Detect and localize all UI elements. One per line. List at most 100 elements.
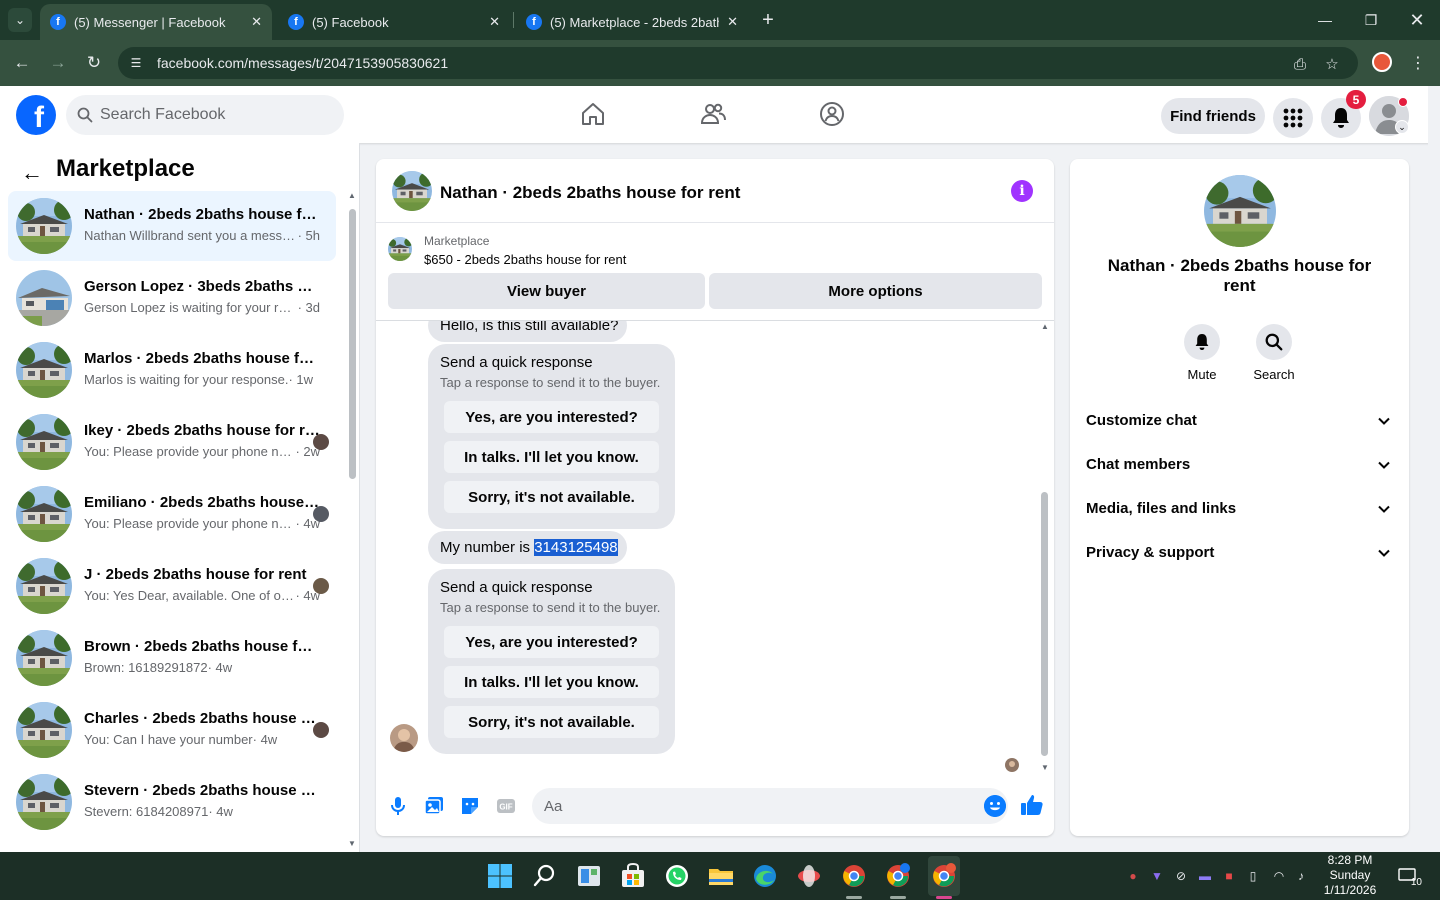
file-explorer-icon[interactable] [707, 862, 735, 890]
address-bar[interactable]: ☰ facebook.com/messages/t/20471539058306… [118, 47, 1358, 79]
tray-app-icon[interactable]: ⊘ [1173, 868, 1189, 884]
scroll-down-arrow[interactable]: ▼ [348, 839, 356, 848]
site-settings-icon[interactable]: ☰ [128, 55, 144, 71]
more-options-button[interactable]: More options [709, 273, 1042, 309]
chat-list-item[interactable]: J · 2beds 2baths house for rent You: Yes … [8, 551, 336, 621]
store-icon[interactable] [619, 862, 647, 890]
chat-list-item[interactable]: Charles · 2beds 2baths house for rent You… [8, 695, 336, 765]
chat-list-item[interactable]: Brown · 2beds 2baths house for rent Brown… [8, 623, 336, 693]
customize-chat-row[interactable]: Customize chat [1070, 399, 1409, 443]
chat-list-item[interactable]: Emiliano · 2beds 2baths house for rent Yo… [8, 479, 336, 549]
photo-icon[interactable] [424, 796, 444, 816]
search-icon[interactable] [531, 862, 559, 890]
back-button[interactable]: ← [10, 51, 34, 75]
search-input[interactable] [100, 95, 336, 135]
gif-icon[interactable]: GIF [496, 796, 516, 816]
close-icon[interactable]: ✕ [727, 14, 738, 30]
reload-button[interactable]: ↻ [82, 51, 106, 75]
friends-icon[interactable] [699, 100, 727, 128]
chrome-profile-icon[interactable] [884, 862, 912, 890]
quick-response-button[interactable]: Yes, are you interested? [444, 401, 659, 433]
browser-menu-icon[interactable]: ⋮ [1408, 52, 1428, 74]
conversation-title[interactable]: Nathan · 2beds 2baths house for rent [440, 183, 740, 203]
bookmark-star-icon[interactable]: ☆ [1322, 54, 1342, 74]
notification-center-icon[interactable]: 10 [1398, 868, 1422, 888]
groups-icon[interactable] [818, 100, 846, 128]
scroll-down-arrow[interactable]: ▼ [1041, 763, 1049, 772]
mute-circle[interactable] [1184, 324, 1220, 360]
info-icon[interactable]: i [1011, 180, 1033, 202]
chat-list-item[interactable]: Ikey · 2beds 2baths house for rent You: P… [8, 407, 336, 477]
tray-app-icon[interactable]: ▼ [1149, 868, 1165, 884]
quick-response-button[interactable]: In talks. I'll let you know. [444, 666, 659, 698]
edge-icon[interactable] [751, 862, 779, 890]
system-clock[interactable]: 8:28 PM Sunday 1/11/2026 [1310, 853, 1390, 898]
chat-list-item[interactable]: Marlos · 2beds 2baths house for rent Marl… [8, 335, 336, 405]
microphone-icon[interactable] [388, 796, 408, 816]
volume-icon[interactable]: ♪ [1293, 868, 1309, 884]
windows-start-icon[interactable] [486, 862, 514, 890]
media-files-links-row[interactable]: Media, files and links [1070, 487, 1409, 531]
sender-avatar[interactable] [390, 724, 418, 752]
quick-response-button[interactable]: In talks. I'll let you know. [444, 441, 659, 473]
restore-button[interactable]: ❐ [1348, 0, 1394, 40]
tray-app-icon[interactable]: ▬ [1197, 868, 1213, 884]
page-scrollbar[interactable] [1428, 86, 1440, 852]
chevron-down-icon[interactable]: ⌄ [1395, 120, 1409, 134]
emoji-icon[interactable] [984, 795, 1006, 817]
find-friends-button[interactable]: Find friends [1161, 98, 1265, 134]
close-icon[interactable]: ✕ [251, 14, 262, 30]
message-input-container[interactable] [532, 788, 1008, 824]
info-avatar[interactable] [1204, 175, 1276, 247]
sticker-icon[interactable] [460, 796, 480, 816]
app-icon[interactable] [795, 862, 823, 890]
chat-list-item[interactable]: Stevern · 2beds 2baths house for rent Ste… [8, 767, 336, 837]
chat-list-item[interactable]: Gerson Lopez · 3beds 2baths house for re… [8, 263, 336, 333]
thumbs-up-icon[interactable] [1020, 793, 1044, 817]
tray-app-icon[interactable]: ■ [1221, 868, 1237, 884]
tab-marketplace[interactable]: f (5) Marketplace - 2beds 2baths house f… [516, 4, 748, 40]
search-conversation-button[interactable]: Search [1244, 324, 1304, 382]
chat-list-item[interactable]: Nathan · 2beds 2baths house for rent Nath… [8, 191, 336, 261]
quick-response-button[interactable]: Sorry, it's not available. [444, 481, 659, 513]
message-scrollbar[interactable]: ▲ ▼ [1039, 322, 1049, 774]
whatsapp-icon[interactable] [663, 862, 691, 890]
forward-button[interactable]: → [46, 51, 70, 75]
browser-profile-icon[interactable] [1372, 52, 1392, 72]
facebook-logo-icon[interactable]: f [16, 95, 56, 135]
close-window-button[interactable]: ✕ [1394, 0, 1440, 40]
menu-button[interactable] [1273, 98, 1313, 138]
home-icon[interactable] [579, 100, 607, 128]
back-arrow-icon[interactable]: ← [20, 160, 44, 185]
message-input[interactable] [544, 788, 964, 824]
tab-facebook[interactable]: f (5) Facebook ✕ [278, 4, 510, 40]
view-buyer-button[interactable]: View buyer [388, 273, 705, 309]
conversation-avatar[interactable] [392, 171, 432, 211]
chrome-active-icon[interactable] [930, 862, 958, 890]
tab-search-button[interactable]: ⌄ [8, 8, 32, 32]
new-tab-button[interactable]: + [756, 8, 780, 32]
widgets-icon[interactable] [575, 862, 603, 890]
quick-response-button[interactable]: Sorry, it's not available. [444, 706, 659, 738]
minimize-button[interactable]: — [1302, 0, 1348, 40]
facebook-search[interactable] [66, 95, 344, 135]
chat-list-scrollbar[interactable]: ▲ ▼ [346, 191, 358, 848]
scroll-up-arrow[interactable]: ▲ [348, 191, 356, 200]
close-icon[interactable]: ✕ [489, 14, 500, 30]
wifi-icon[interactable]: ◠ [1271, 868, 1287, 884]
privacy-support-row[interactable]: Privacy & support [1070, 531, 1409, 575]
scroll-up-arrow[interactable]: ▲ [1041, 322, 1049, 331]
tab-messenger[interactable]: f (5) Messenger | Facebook ✕ [40, 4, 272, 40]
search-circle[interactable] [1256, 324, 1292, 360]
url-text[interactable]: facebook.com/messages/t/2047153905830621 [157, 55, 448, 71]
scrollbar-thumb[interactable] [1041, 492, 1048, 756]
mute-button[interactable]: Mute [1172, 324, 1232, 382]
scrollbar-thumb[interactable] [349, 209, 356, 479]
quick-response-button[interactable]: Yes, are you interested? [444, 626, 659, 658]
chrome-icon[interactable] [840, 862, 868, 890]
tray-app-icon[interactable]: ● [1125, 868, 1141, 884]
install-app-icon[interactable]: ⎙ [1290, 54, 1310, 74]
battery-icon[interactable]: ▯ [1245, 868, 1261, 884]
chat-members-row[interactable]: Chat members [1070, 443, 1409, 487]
listing-title[interactable]: $650 - 2beds 2baths house for rent [424, 252, 626, 267]
